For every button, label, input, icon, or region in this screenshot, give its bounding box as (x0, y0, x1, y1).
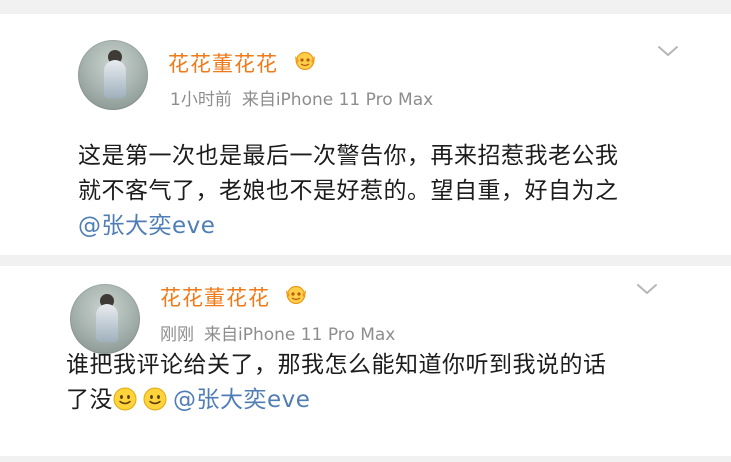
weibo-post-1: 花花董花花 1小时前 来自iPhone 11 Pro Max 这是第一次也是最后一… (0, 14, 731, 255)
content-line-prefix: 了没 (66, 387, 113, 413)
post-content: 这是第一次也是最后一次警告你，再来招惹我老公我 就不客气了，老娘也不是好惹的。望… (78, 139, 619, 244)
post-meta: 1小时前 来自iPhone 11 Pro Max (170, 85, 433, 110)
weibo-post-2: 花花董花花 刚刚 来自iPhone 11 Pro Max 谁把我评论给关了，那我怎… (0, 266, 731, 456)
post-time: 刚刚 (160, 325, 194, 345)
post-meta: 刚刚 来自iPhone 11 Pro Max (160, 320, 395, 345)
mention-link[interactable]: @张大奕eve (173, 387, 310, 413)
post-time: 1小时前 (170, 90, 232, 110)
vip-crown-icon[interactable] (292, 50, 318, 70)
content-line: 谁把我评论给关了，那我怎么能知道你听到我说的话 (66, 352, 607, 378)
username[interactable]: 花花董花花 (168, 48, 278, 78)
content-line: 这是第一次也是最后一次警告你，再来招惹我老公我 (78, 143, 619, 169)
smile-emoji-icon (143, 387, 167, 411)
chevron-down-icon[interactable] (636, 282, 658, 296)
smile-emoji-icon (113, 387, 137, 411)
username[interactable]: 花花董花花 (160, 282, 270, 312)
avatar[interactable] (70, 284, 140, 354)
post-source: 来自iPhone 11 Pro Max (204, 325, 396, 345)
post-content: 谁把我评论给关了，那我怎么能知道你听到我说的话 了没 @张大奕eve (66, 348, 607, 418)
avatar-figure (96, 304, 118, 342)
mention-link[interactable]: @张大奕eve (78, 213, 215, 239)
avatar[interactable] (78, 40, 148, 110)
chevron-down-icon[interactable] (657, 44, 679, 58)
avatar-figure (104, 60, 126, 98)
content-line: 就不客气了，老娘也不是好惹的。望自重，好自为之 (78, 178, 619, 204)
post-source: 来自iPhone 11 Pro Max (241, 90, 434, 110)
vip-crown-icon[interactable] (283, 284, 309, 304)
